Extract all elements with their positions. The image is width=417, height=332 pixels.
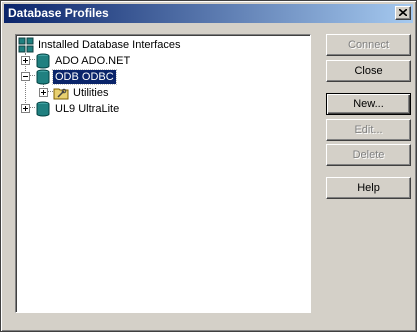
tree-item-label: UL9 UltraLite xyxy=(55,103,120,115)
profiles-tree[interactable]: Installed Database Interfaces ADO ADO.NE… xyxy=(15,34,311,313)
minus-icon xyxy=(23,76,28,77)
database-profiles-dialog: Database Profiles Installed Database Int… xyxy=(0,0,417,332)
expand-toggle[interactable] xyxy=(21,56,30,65)
close-window-button[interactable] xyxy=(395,6,411,20)
edit-button[interactable]: Edit... xyxy=(326,119,411,141)
tree-item-label: ODB ODBC xyxy=(52,69,117,85)
expand-toggle[interactable] xyxy=(39,88,48,97)
database-icon xyxy=(36,69,50,85)
database-interfaces-icon xyxy=(18,37,34,53)
new-button[interactable]: New... xyxy=(326,93,411,115)
collapse-toggle[interactable] xyxy=(21,72,30,81)
tree-root-label: Installed Database Interfaces xyxy=(38,39,181,51)
utilities-folder-icon xyxy=(53,88,69,100)
help-button[interactable]: Help xyxy=(326,177,411,199)
plus-icon xyxy=(23,58,28,63)
database-icon xyxy=(36,53,50,69)
database-icon xyxy=(36,101,50,117)
connect-button[interactable]: Connect xyxy=(326,34,411,56)
plus-icon xyxy=(23,106,28,111)
title-bar[interactable]: Database Profiles xyxy=(4,4,413,23)
expand-toggle[interactable] xyxy=(21,104,30,113)
delete-button[interactable]: Delete xyxy=(326,144,411,166)
close-button[interactable]: Close xyxy=(326,60,411,82)
tree-item-label: ADO ADO.NET xyxy=(55,55,131,67)
window-title: Database Profiles xyxy=(8,6,109,20)
tree-item-label: Utilities xyxy=(73,87,109,99)
plus-icon xyxy=(41,90,46,95)
close-icon xyxy=(399,9,407,16)
